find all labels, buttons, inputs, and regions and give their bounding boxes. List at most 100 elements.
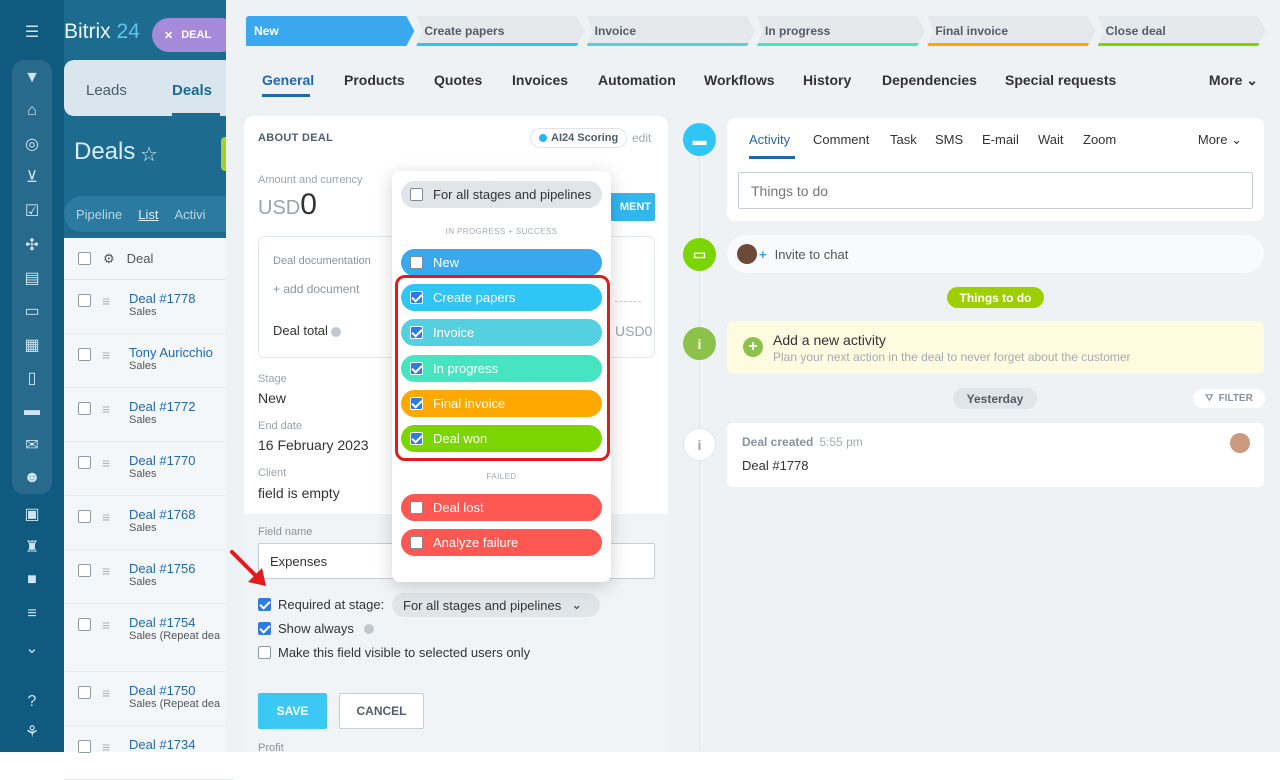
row-checkbox[interactable] [78,510,91,523]
view-list[interactable]: List [138,207,158,222]
filter-button[interactable]: ⛛ FILTER [1193,389,1265,408]
tab-deals[interactable]: Deals [172,82,212,99]
activity-tab-sms[interactable]: SMS [935,132,963,147]
filter-funnel-icon[interactable]: ▼ [20,66,44,90]
stage-checkbox[interactable] [410,501,423,514]
tab-general[interactable]: General [262,72,314,88]
drag-handle-icon[interactable]: ≡ [102,455,110,471]
stage-select[interactable]: For all stages and pipelines ⌄ [392,593,600,617]
stage-checkbox[interactable] [410,536,423,549]
settings-gear-icon[interactable]: ⚙ [103,251,115,267]
contact-card-icon[interactable]: ▣ [20,502,44,526]
activity-tab-zoom[interactable]: Zoom [1083,132,1116,147]
drag-handle-icon[interactable]: ≡ [102,293,110,309]
invite-chat[interactable]: + Invite to chat [727,235,1264,273]
table-row[interactable]: ≡ Deal #1770 Sales [64,442,234,496]
tab-quotes[interactable]: Quotes [434,72,482,88]
row-checkbox[interactable] [78,294,91,307]
drag-handle-icon[interactable]: ≡ [102,617,110,633]
stage-checkbox[interactable] [410,256,423,269]
add-document-link[interactable]: + add document [273,282,359,296]
deal-name-link[interactable]: Deal #1778 [129,291,196,306]
row-checkbox[interactable] [78,740,91,753]
stage-0[interactable]: New [246,16,414,46]
row-checkbox[interactable] [78,618,91,631]
row-checkbox[interactable] [78,402,91,415]
visible-selected-checkbox[interactable] [258,646,271,659]
drag-handle-icon[interactable]: ≡ [102,347,110,363]
calendar-grid-icon[interactable]: ▦ [20,333,44,357]
stage-4[interactable]: Final invoice [927,16,1095,46]
star-icon[interactable]: ☆ [140,142,158,167]
all-stages-checkbox[interactable] [410,188,423,201]
tab-workflows[interactable]: Workflows [704,72,775,88]
new-activity-card[interactable]: + Add a new activity Plan your next acti… [727,321,1264,374]
deal-name-link[interactable]: Deal #1768 [129,507,196,522]
payment-button[interactable]: MENT [608,193,655,221]
robot-icon[interactable]: ♜ [20,535,44,559]
check-square-icon[interactable]: ☑ [20,199,44,223]
add-icon[interactable]: + [743,337,763,357]
edit-link[interactable]: edit [632,131,651,145]
box-icon[interactable]: ■ [20,568,44,592]
dropdown-all-stages[interactable]: For all stages and pipelines [401,181,602,208]
view-pipeline[interactable]: Pipeline [76,207,122,222]
close-icon[interactable]: ✕ [164,29,173,42]
table-row[interactable]: ≡ Deal #1778 Sales [64,280,234,334]
activity-tab-activity[interactable]: Activity [749,132,790,147]
activity-tab-task[interactable]: Task [890,132,917,147]
row-checkbox[interactable] [78,456,91,469]
cart-icon[interactable]: ⊻ [20,165,44,189]
drag-handle-icon[interactable]: ≡ [102,509,110,525]
stage-1[interactable]: Create papers [416,16,584,46]
save-button[interactable]: SAVE [258,693,327,729]
dropdown-stage-deal-lost[interactable]: Deal lost [401,494,602,521]
tab-history[interactable]: History [803,72,851,88]
analytics-icon[interactable]: ✣ [20,233,44,257]
tab-invoices[interactable]: Invoices [512,72,568,88]
show-always-checkbox[interactable] [258,622,271,635]
required-checkbox[interactable] [258,598,271,611]
deal-name-link[interactable]: Tony Auricchio [129,345,213,360]
drag-handle-icon[interactable]: ≡ [102,685,110,701]
hamburger-menu-icon[interactable]: ☰ [20,20,44,44]
dropdown-stage-new[interactable]: New [401,249,602,276]
inbox-icon[interactable]: ▬ [20,399,44,423]
chat-icon[interactable]: ▭ [20,299,44,323]
table-row[interactable]: ≡ Deal #1750 Sales (Repeat dea [64,672,234,726]
drag-handle-icon[interactable]: ≡ [102,401,110,417]
tab-special-requests[interactable]: Special requests [1005,72,1116,88]
dropdown-stage-analyze-failure[interactable]: Analyze failure [401,529,602,556]
help-icon[interactable] [363,623,374,634]
table-row[interactable]: ≡ Tony Auricchio Sales [64,334,234,388]
deal-name-link[interactable]: Deal #1734 [129,737,196,752]
deal-name-link[interactable]: Deal #1754 [129,615,196,630]
bank-icon[interactable]: ⌂ [20,99,44,123]
tab-dependencies[interactable]: Dependencies [882,72,977,88]
cancel-button[interactable]: CANCEL [339,693,424,729]
row-checkbox[interactable] [78,348,91,361]
table-row[interactable]: ≡ Deal #1754 Sales (Repeat dea [64,604,234,672]
activity-more-button[interactable]: More ⌄ [1198,132,1242,148]
deal-name-link[interactable]: Deal #1772 [129,399,196,414]
target-icon[interactable]: ◎ [20,132,44,156]
chevron-down-circle-icon[interactable]: ⌄ [20,636,44,660]
table-row[interactable]: ≡ Deal #1768 Sales [64,496,234,550]
tab-automation[interactable]: Automation [598,72,676,88]
sliders-icon[interactable]: ≡ [20,602,44,626]
people-icon[interactable]: ☻ [20,466,44,490]
ai-scoring-badge[interactable]: AI24 Scoring [530,128,628,148]
table-row[interactable]: ≡ Deal #1772 Sales [64,388,234,442]
calendar-icon[interactable]: ▤ [20,266,44,290]
row-checkbox[interactable] [78,564,91,577]
stage-2[interactable]: Invoice [587,16,755,46]
view-activities[interactable]: Activi [175,207,206,222]
table-row[interactable]: ≡ Deal #1734 [64,726,234,780]
tabs-more-button[interactable]: More ⌄ [1209,72,1258,89]
activity-tab-comment[interactable]: Comment [813,132,869,147]
tab-products[interactable]: Products [344,72,405,88]
help-icon[interactable]: ? [20,690,44,714]
document-icon[interactable]: ▯ [20,366,44,390]
select-all-checkbox[interactable] [78,252,91,265]
tab-leads[interactable]: Leads [86,82,127,99]
